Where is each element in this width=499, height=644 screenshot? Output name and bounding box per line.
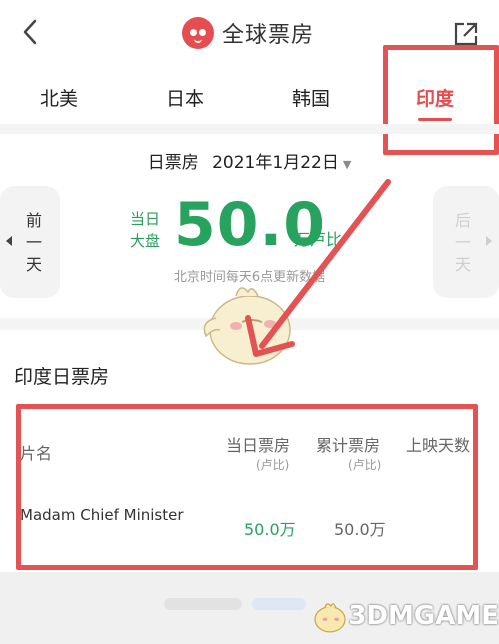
annotation-arrow — [245, 179, 391, 357]
watermark: 3DMGAME — [310, 588, 499, 644]
watermark-text: 3DMGAME — [348, 601, 499, 631]
watermark-mascot-icon — [314, 603, 346, 633]
